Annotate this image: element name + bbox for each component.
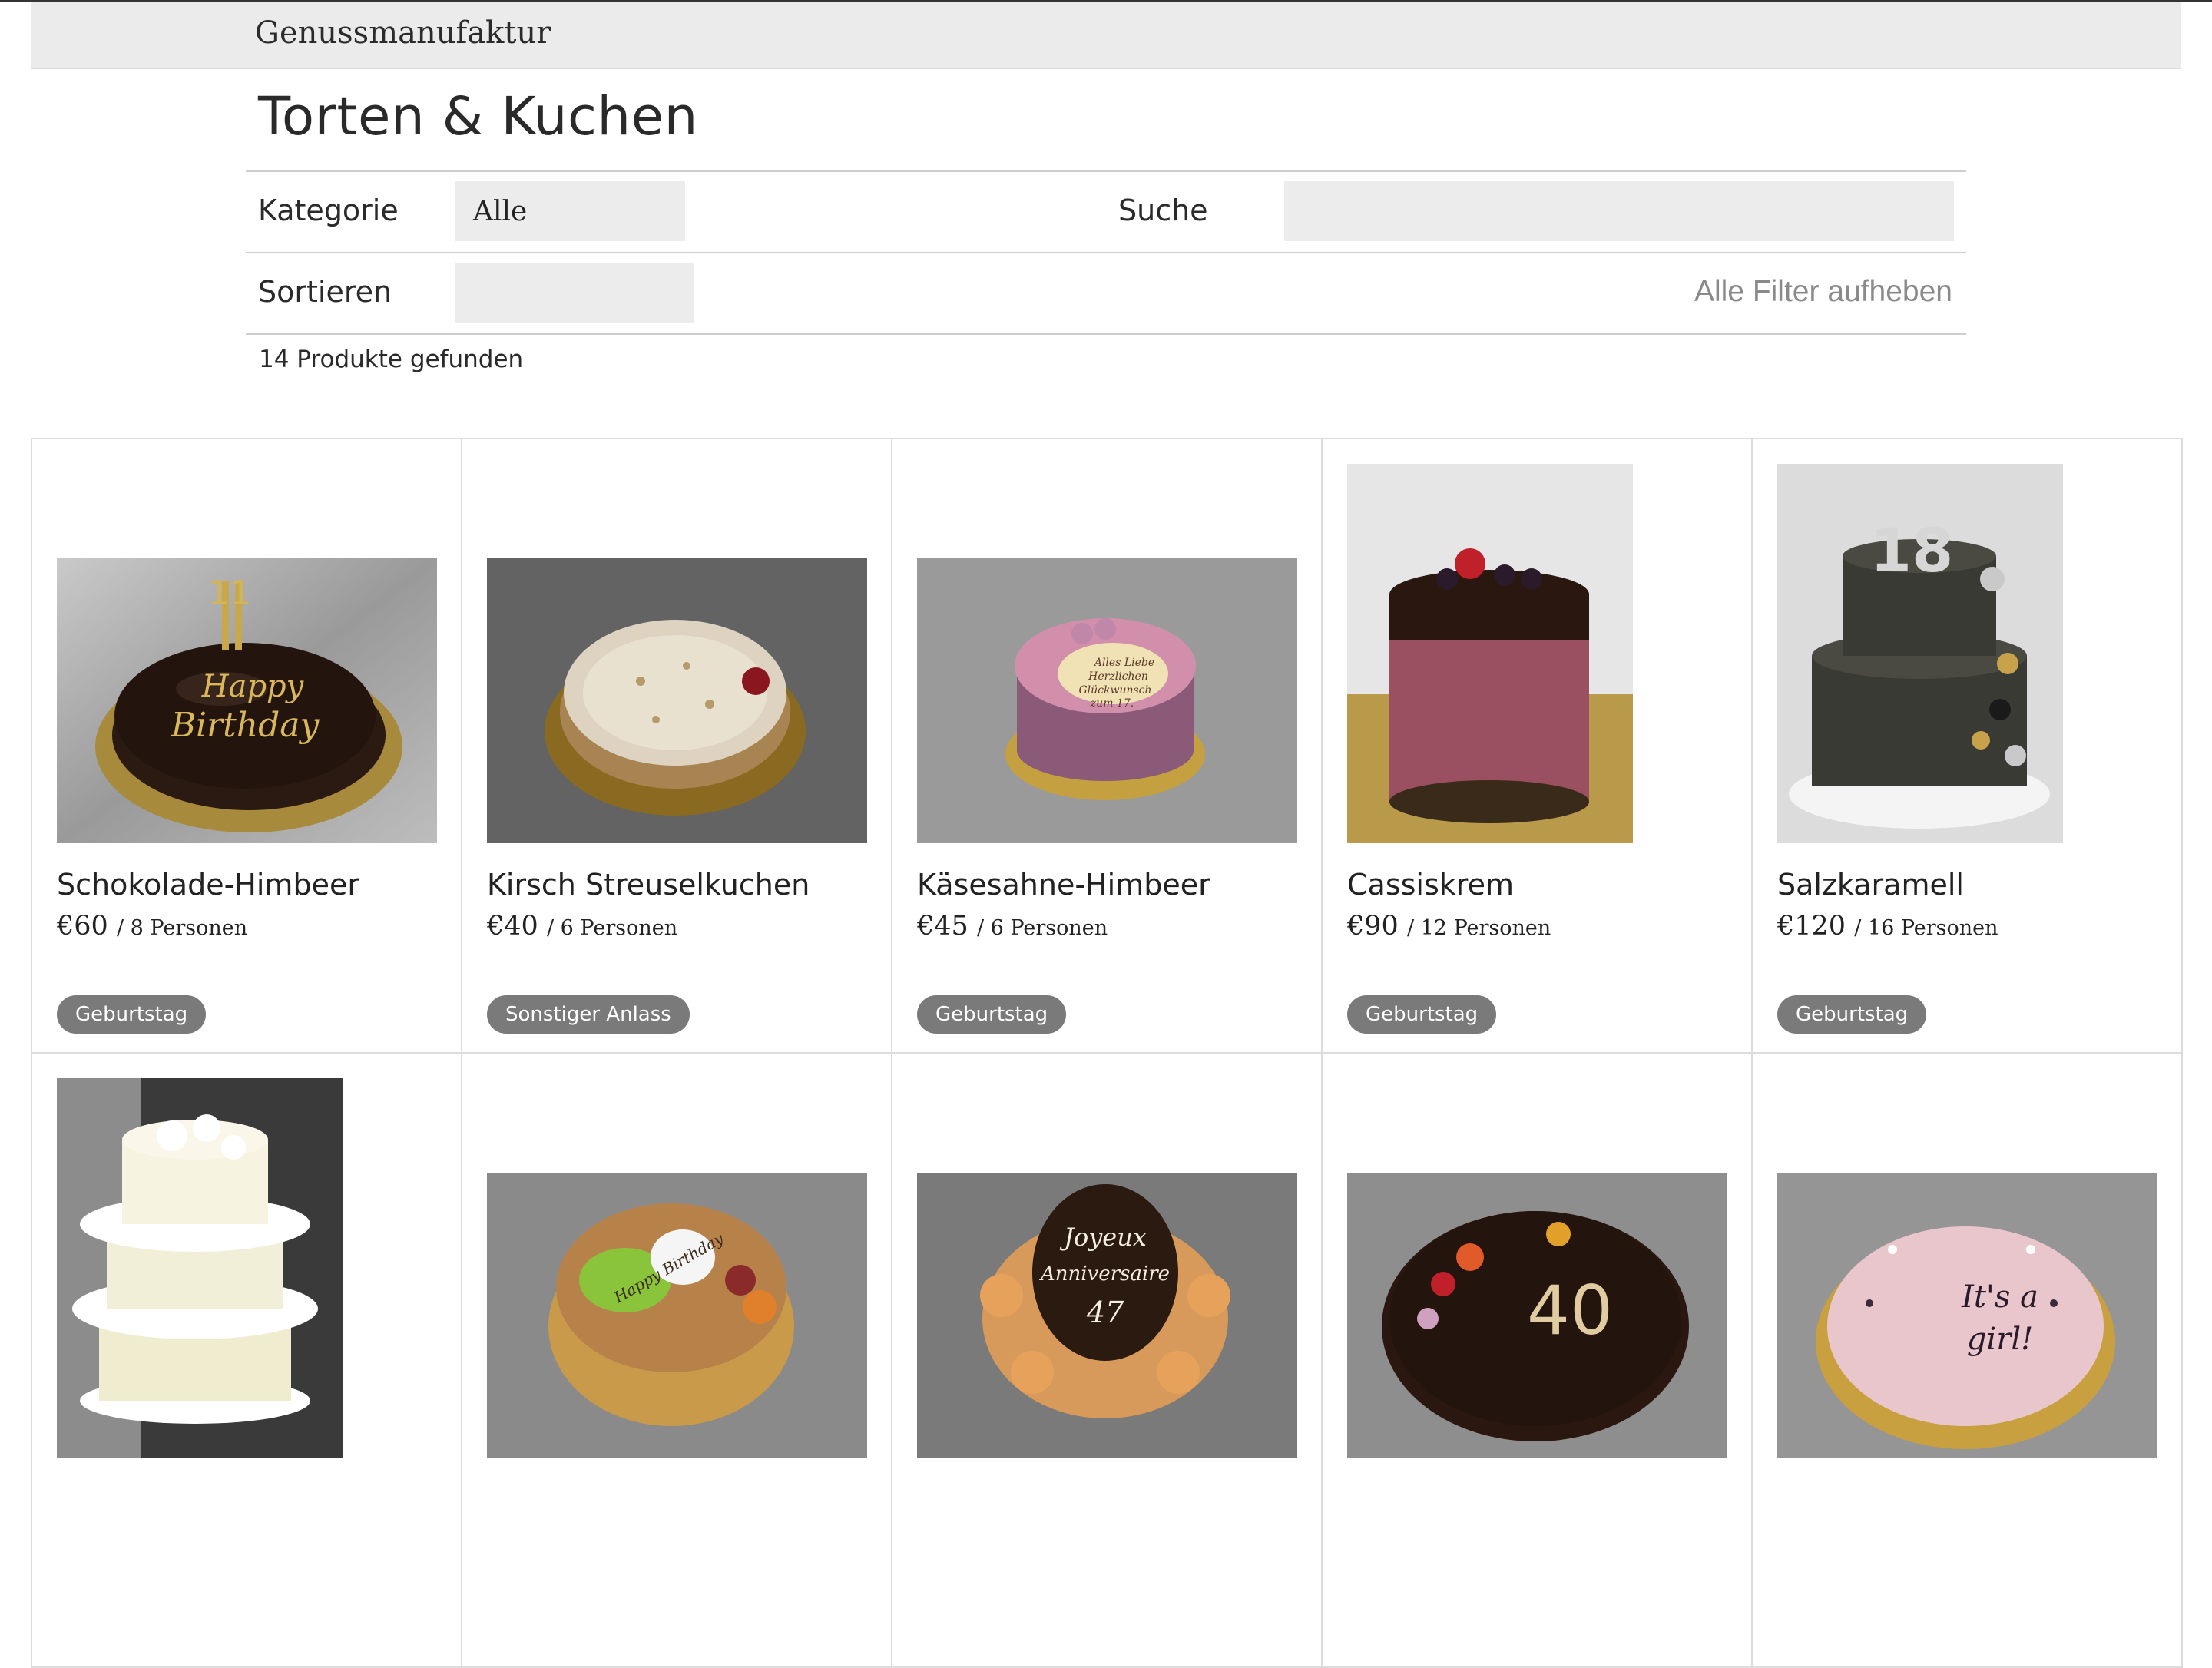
price-amount: €90 (1347, 911, 1399, 942)
photo-text: 47 (1086, 1296, 1124, 1329)
product-card[interactable]: Cassiskrem €90 / 12 Personen Geburtstag (1323, 439, 1753, 1054)
product-price: €60 / 8 Personen (57, 911, 247, 942)
price-amount: €40 (487, 911, 538, 942)
category-label: Kategorie (258, 194, 399, 227)
price-amount: €120 (1777, 911, 1846, 942)
photo-text: 18 (1870, 517, 1954, 586)
product-image[interactable]: 18 (1777, 464, 2063, 843)
photo-text: It's a (1961, 1279, 2038, 1315)
reset-filters-link[interactable]: Alle Filter aufheben (1694, 275, 1952, 309)
category-badge[interactable]: Geburtstag (1347, 995, 1497, 1034)
search-input[interactable] (1284, 181, 1954, 241)
product-name[interactable]: Salzkaramell (1777, 868, 1964, 902)
price-per: / 6 Personen (546, 916, 678, 940)
page-title: Torten & Kuchen (258, 86, 698, 147)
sort-label: Sortieren (258, 275, 392, 309)
price-per: / 6 Personen (976, 916, 1108, 940)
product-card[interactable]: Kirsch Streuselkuchen €40 / 6 Personen S… (462, 439, 892, 1054)
product-card[interactable]: Joyeux Anniversaire 47 (892, 1054, 1323, 1668)
photo-text: Glückwunsch (1078, 684, 1151, 697)
photo-text: Anniversaire (1039, 1263, 1170, 1286)
product-card[interactable]: 40 (1323, 1054, 1753, 1668)
product-image[interactable]: Happy Birthday (487, 1173, 867, 1458)
product-card[interactable]: Happy Birthday (462, 1054, 892, 1668)
price-per: / 8 Personen (116, 916, 248, 940)
product-image[interactable] (57, 1078, 343, 1458)
search-label: Suche (1118, 194, 1208, 227)
product-name[interactable]: Schokolade-Himbeer (57, 868, 359, 902)
sort-select[interactable] (455, 263, 694, 323)
photo-text: Alles Liebe (1093, 657, 1154, 669)
brand-name[interactable]: Genussmanufaktur (255, 15, 551, 51)
photo-text: Joyeux (1059, 1223, 1147, 1252)
filter-row-1: Kategorie Alle Suche (246, 170, 1966, 252)
product-card[interactable]: Happy Birthday 11 Schokolade-Himbeer €60… (32, 439, 462, 1054)
price-amount: €45 (917, 911, 969, 942)
photo-text: Happy (201, 669, 305, 704)
category-badge[interactable]: Geburtstag (57, 995, 207, 1034)
product-price: €40 / 6 Personen (487, 911, 677, 942)
product-grid: Happy Birthday 11 Schokolade-Himbeer €60… (31, 438, 2183, 1668)
price-amount: €60 (57, 911, 108, 942)
category-badge[interactable]: Geburtstag (1777, 995, 1927, 1034)
filter-row-2: Sortieren Alle Filter aufheben (246, 252, 1966, 335)
top-bar: Genussmanufaktur (31, 2, 2181, 69)
product-card[interactable]: Alles Liebe Herzlichen Glückwunsch zum 1… (892, 439, 1323, 1054)
product-image[interactable]: Joyeux Anniversaire 47 (917, 1173, 1297, 1458)
photo-text: Herzlichen (1088, 670, 1148, 683)
product-name[interactable]: Kirsch Streuselkuchen (487, 868, 810, 902)
filter-panel: Kategorie Alle Suche Sortieren Alle Filt… (246, 170, 1966, 335)
category-badge[interactable]: Sonstiger Anlass (487, 995, 690, 1034)
product-name[interactable]: Käsesahne-Himbeer (917, 868, 1210, 902)
photo-text: Birthday (171, 706, 320, 745)
product-card[interactable] (32, 1054, 462, 1668)
photo-text: 40 (1527, 1271, 1613, 1350)
product-price: €120 / 16 Personen (1777, 911, 1998, 942)
product-image[interactable] (1347, 464, 1633, 843)
product-card[interactable]: 18 Salzkaramell €120 / 16 Personen Gebur… (1753, 439, 2183, 1054)
result-count: 14 Produkte gefunden (259, 346, 524, 373)
product-name[interactable]: Cassiskrem (1347, 868, 1514, 902)
product-image[interactable]: Alles Liebe Herzlichen Glückwunsch zum 1… (917, 558, 1297, 843)
product-price: €45 / 6 Personen (917, 911, 1108, 942)
product-image[interactable]: Happy Birthday 11 (57, 558, 437, 843)
product-image[interactable]: 40 (1347, 1173, 1727, 1458)
price-per: / 16 Personen (1854, 916, 1998, 940)
product-card[interactable]: It's a girl! (1753, 1054, 2183, 1668)
product-price: €90 / 12 Personen (1347, 911, 1551, 942)
product-image[interactable] (487, 558, 867, 843)
photo-text: zum 17. (1090, 697, 1134, 710)
category-select[interactable]: Alle (455, 181, 685, 241)
product-image[interactable]: It's a girl! (1777, 1173, 2157, 1458)
photo-text: girl! (1967, 1322, 2033, 1357)
price-per: / 12 Personen (1406, 916, 1551, 940)
photo-text: 11 (208, 574, 251, 613)
category-badge[interactable]: Geburtstag (917, 995, 1067, 1034)
